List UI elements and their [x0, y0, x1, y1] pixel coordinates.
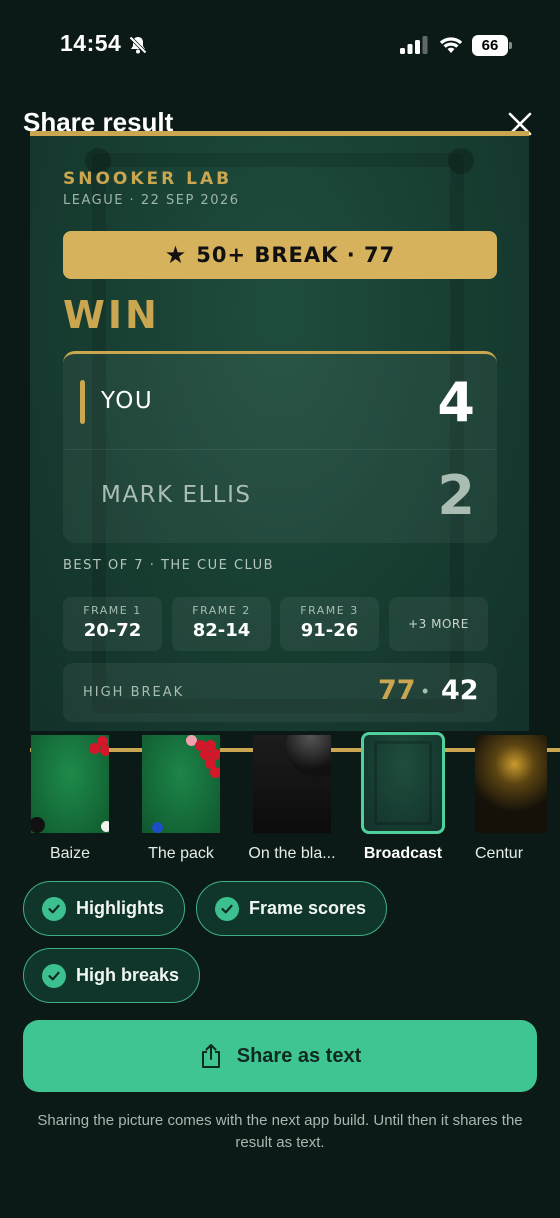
theme-label: Broadcast — [363, 845, 443, 862]
toggle-high-breaks[interactable]: High breaks — [23, 948, 201, 1003]
players-scoreboard: YOU 4 MARK ELLIS 2 — [63, 351, 497, 543]
theme-option-broadcast[interactable]: Broadcast — [353, 732, 453, 863]
check-icon — [42, 896, 66, 921]
status-bar: 14:54 66 — [0, 0, 560, 92]
player-score: 2 — [437, 464, 475, 527]
theme-thumbnail — [361, 732, 445, 834]
toggle-frame-scores[interactable]: Frame scores — [196, 881, 388, 936]
pocket-decoration — [448, 148, 474, 174]
frame-score-box: FRAME 1 20-72 — [63, 597, 162, 651]
theme-thumbnail — [142, 735, 220, 833]
frame-score: 82-14 — [192, 620, 251, 641]
share-icon — [201, 1044, 220, 1068]
frame-scores: FRAME 1 20-72 FRAME 2 82-14 FRAME 3 91-2… — [63, 597, 497, 651]
toggle-highlights[interactable]: Highlights — [23, 881, 185, 936]
red-ball — [89, 743, 100, 754]
theme-label: Centur — [475, 845, 524, 862]
share-button-label: Share as text — [236, 1044, 362, 1067]
result-card-preview: SNOOKER LAB LEAGUE · 22 SEP 2026 ★ 50+ B… — [30, 131, 529, 731]
theme-label: Baize — [49, 845, 91, 862]
brand-name: SNOOKER LAB — [63, 169, 233, 189]
player-name: YOU — [101, 388, 154, 414]
red-ball — [210, 767, 220, 778]
player-name: MARK ELLIS — [101, 482, 252, 508]
theme-option-on-the-black[interactable]: On the bla... — [242, 735, 342, 863]
check-icon — [42, 963, 66, 988]
theme-thumbnail — [475, 735, 547, 833]
chip-label: Frame scores — [249, 898, 367, 918]
player-row-you: YOU 4 — [63, 354, 497, 450]
wifi-icon — [439, 37, 463, 53]
league-date: LEAGUE · 22 SEP 2026 — [63, 193, 240, 208]
player-row-opponent: MARK ELLIS 2 — [63, 450, 497, 543]
card-gold-rule — [30, 131, 529, 136]
share-note: Sharing the picture comes with the next … — [37, 1112, 523, 1151]
chip-label: Highlights — [76, 898, 164, 918]
black-ball — [31, 817, 45, 833]
battery-level: 66 — [472, 35, 508, 56]
table-outline-decoration — [374, 741, 432, 825]
frame-score-box: FRAME 2 82-14 — [172, 597, 271, 651]
blue-ball — [152, 822, 163, 833]
theme-label: The pack — [148, 845, 214, 862]
frame-score-box: FRAME 3 91-26 — [280, 597, 379, 651]
battery-tip — [509, 42, 512, 49]
check-icon — [215, 896, 239, 921]
high-break-opponent: 42 — [441, 675, 479, 706]
high-break-row: HIGH BREAK 77 • 42 — [63, 663, 497, 722]
more-frames-box: +3 MORE — [389, 597, 488, 651]
match-result: WIN — [63, 293, 160, 337]
frame-label: FRAME 1 — [83, 604, 142, 617]
winner-marker — [80, 380, 85, 424]
break-banner: ★ 50+ BREAK · 77 — [63, 231, 497, 279]
bell-muted-icon — [128, 35, 148, 55]
theme-thumbnail — [253, 735, 331, 833]
high-break-you: 77 — [378, 675, 416, 706]
theme-thumbnail — [31, 735, 109, 833]
theme-option-the-pack[interactable]: The pack — [131, 735, 231, 863]
theme-option-baize[interactable]: Baize — [20, 735, 120, 863]
high-break-label: HIGH BREAK — [83, 685, 185, 700]
frame-label: FRAME 2 — [192, 604, 251, 617]
theme-label: On the bla... — [248, 845, 336, 862]
red-ball — [100, 745, 109, 756]
frame-score: 91-26 — [300, 620, 359, 641]
more-frames-label: +3 MORE — [408, 617, 469, 631]
cue-ball — [101, 821, 109, 832]
player-score: 4 — [437, 371, 475, 434]
black-ball — [286, 735, 331, 777]
cellular-signal-icon — [400, 36, 428, 54]
theme-option-century[interactable]: Centur — [465, 735, 560, 863]
battery-indicator: 66 — [472, 35, 512, 56]
status-time: 14:54 — [60, 30, 122, 56]
chip-label: High breaks — [76, 965, 180, 985]
break-banner-text: 50+ BREAK · 77 — [196, 243, 396, 267]
frame-score: 20-72 — [83, 620, 142, 641]
star-icon: ★ — [164, 241, 188, 269]
frame-label: FRAME 3 — [300, 604, 359, 617]
separator-dot: • — [422, 681, 429, 701]
match-format: BEST OF 7 · THE CUE CLUB — [63, 558, 275, 573]
share-as-text-button[interactable]: Share as text — [23, 1020, 537, 1092]
